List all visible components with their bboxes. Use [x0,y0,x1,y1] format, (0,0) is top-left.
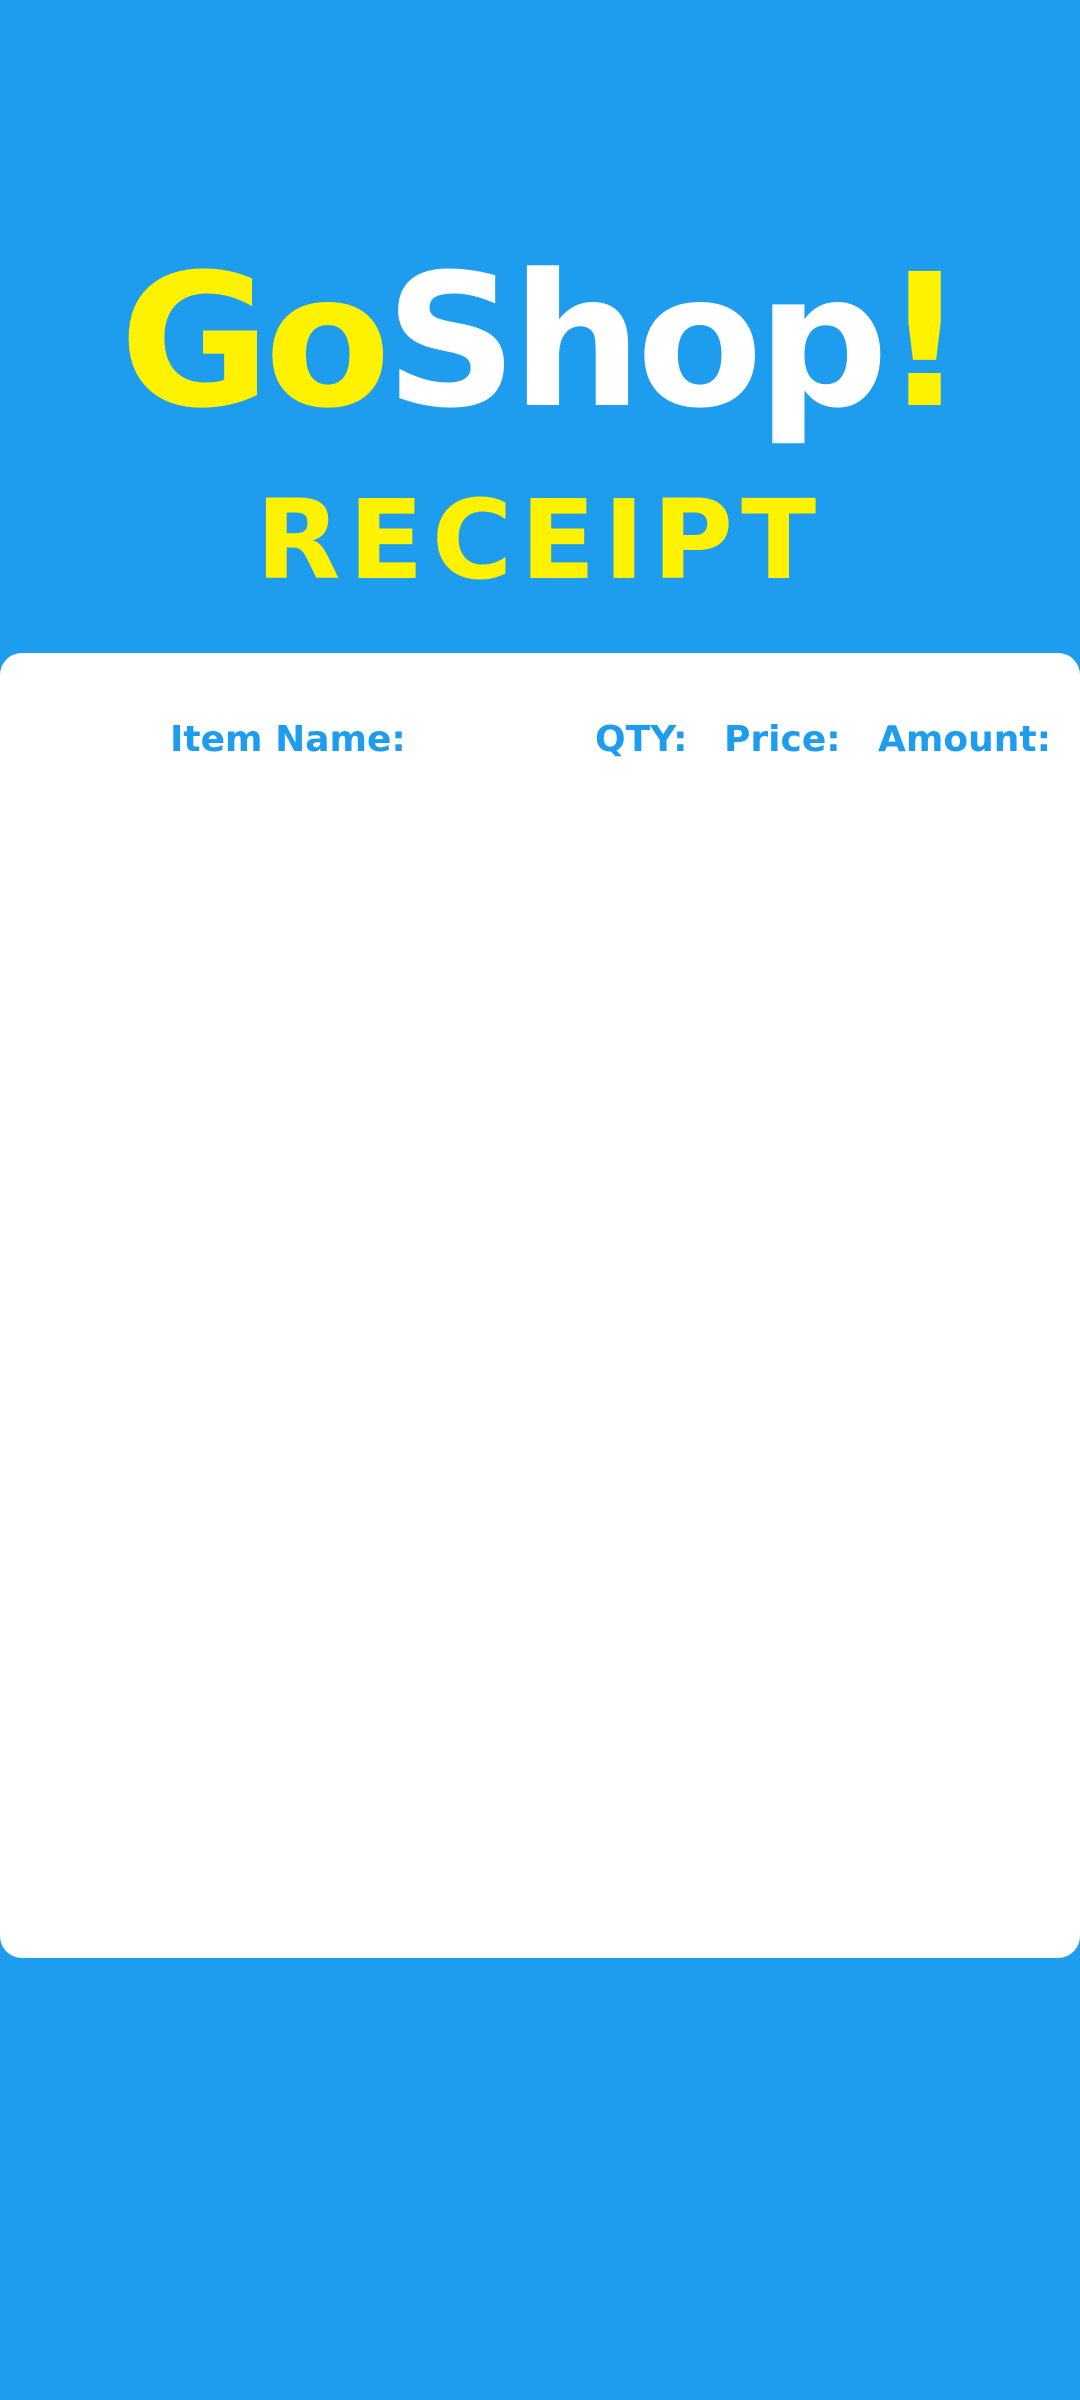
page-title: RECEIPT [255,476,825,604]
column-header-amount: Amount: [878,719,1051,760]
column-header-price: Price: [724,719,841,760]
receipt-card [0,653,1080,1958]
logo-part-go: Go [119,235,391,449]
column-header-item-name: Item Name: [170,719,406,760]
app-logo: GoShop! [0,250,1080,434]
logo-part-shop: Shop [384,235,889,449]
column-header-qty: QTY: [595,719,688,760]
logo-part-exclamation: ! [882,235,967,449]
